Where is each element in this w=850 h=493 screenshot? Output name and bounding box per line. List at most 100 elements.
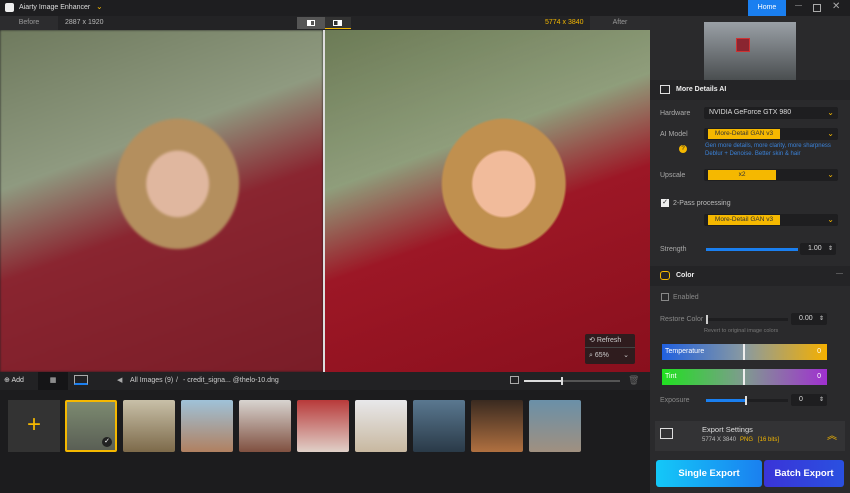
export-bits: [16 bits] bbox=[758, 437, 780, 443]
tint-label: Tint bbox=[665, 373, 677, 380]
hardware-value: NVIDIA GeForce GTX 980 bbox=[709, 109, 792, 116]
strength-slider[interactable] bbox=[706, 248, 798, 251]
hardware-label: Hardware bbox=[660, 110, 691, 117]
breadcrumb-separator: / bbox=[176, 377, 178, 384]
palette-icon bbox=[660, 271, 670, 280]
enabled-checkbox[interactable] bbox=[661, 293, 669, 301]
strength-input[interactable]: 1.00 ⇕ bbox=[800, 243, 836, 255]
export-size: 5774 X 3840 bbox=[702, 437, 737, 443]
expand-chevron-icon[interactable]: ︽ bbox=[827, 427, 837, 442]
ai-model-description-1: Gen more details, more clarity, more sha… bbox=[705, 143, 831, 149]
ai-model-description-2: Deblur + Denoise. Better skin & hair bbox=[705, 151, 801, 157]
temperature-slider[interactable]: Temperature 0 bbox=[662, 344, 827, 360]
compare-toolbar: Before 2887 x 1920 5774 x 3840 After bbox=[0, 16, 650, 30]
exposure-input[interactable]: 0 ⇕ bbox=[791, 394, 827, 406]
app-title: Aiarty Image Enhancer bbox=[19, 4, 91, 11]
color-title: Color bbox=[676, 272, 695, 279]
restore-color-slider[interactable] bbox=[706, 315, 788, 324]
export-settings[interactable]: Export Settings 5774 X 3840 PNG [16 bits… bbox=[655, 421, 845, 451]
thumbnail-size-slider[interactable] bbox=[524, 377, 620, 385]
title-bar: Aiarty Image Enhancer ⌄ Home — ✕ bbox=[0, 0, 850, 16]
upscale-select[interactable]: x2 ⌄ bbox=[704, 169, 838, 181]
spinner-icon[interactable]: ⇕ bbox=[819, 394, 824, 406]
temperature-value: 0 bbox=[817, 348, 821, 355]
chevron-down-icon: ⌄ bbox=[827, 108, 834, 117]
ai-model-value: More-Detail GAN v3 bbox=[708, 129, 780, 139]
thumbnail[interactable] bbox=[123, 400, 175, 452]
strength-label: Strength bbox=[660, 246, 687, 253]
preview-controls: ⟲ Refresh ⌕ 65% ⌄ bbox=[585, 334, 635, 364]
thumbnail[interactable] bbox=[413, 400, 465, 452]
exposure-slider[interactable] bbox=[706, 396, 788, 405]
minimize-icon[interactable]: — bbox=[795, 2, 802, 9]
after-label: After bbox=[590, 16, 650, 30]
ai-model-select[interactable]: More-Detail GAN v3 ⌄ bbox=[704, 128, 838, 140]
maximize-icon[interactable] bbox=[813, 4, 821, 12]
check-icon: ✓ bbox=[102, 437, 112, 447]
navigator-thumbnail[interactable] bbox=[704, 22, 796, 80]
refresh-label: Refresh bbox=[596, 337, 622, 344]
export-settings-icon bbox=[660, 428, 673, 439]
home-button[interactable]: Home bbox=[748, 0, 786, 16]
enabled-label: Enabled bbox=[673, 294, 699, 301]
thumbnail[interactable] bbox=[239, 400, 291, 452]
gallery-bar: ⊕ Add ▦ ◀ All Images (9) / - credit_sign… bbox=[0, 372, 650, 390]
zoom-select[interactable]: ⌕ 65% ⌄ bbox=[585, 348, 635, 363]
trash-icon[interactable]: 🗑 bbox=[628, 375, 639, 386]
chevron-down-icon: ⌄ bbox=[827, 170, 834, 179]
back-arrow-icon[interactable]: ◀ bbox=[117, 376, 122, 384]
restore-color-label: Restore Color bbox=[660, 316, 704, 323]
close-icon[interactable]: ✕ bbox=[832, 1, 840, 12]
export-format: PNG bbox=[740, 437, 754, 443]
export-settings-title: Export Settings bbox=[702, 425, 753, 434]
upscale-label: Upscale bbox=[660, 172, 686, 179]
image-size-icon bbox=[510, 376, 519, 384]
restore-color-value: 0.00 bbox=[799, 315, 813, 322]
chevron-down-icon: ⌄ bbox=[623, 352, 629, 359]
grid-view-button[interactable]: ▦ bbox=[38, 372, 68, 390]
more-details-header: More Details AI bbox=[650, 80, 850, 100]
thumbnail[interactable]: ✓ bbox=[65, 400, 117, 452]
spinner-icon[interactable]: ⇕ bbox=[828, 243, 833, 255]
two-pass-model-select[interactable]: More-Detail GAN v3 ⌄ bbox=[704, 214, 838, 226]
before-size: 2887 x 1920 bbox=[65, 19, 104, 26]
more-details-title: More Details AI bbox=[676, 86, 727, 93]
filmstrip-view-button[interactable] bbox=[74, 375, 88, 385]
app-menu-chevron-icon[interactable]: ⌄ bbox=[96, 2, 103, 11]
temperature-label: Temperature bbox=[665, 348, 705, 355]
breadcrumb-all-images[interactable]: All Images (9) bbox=[130, 377, 173, 384]
before-image[interactable] bbox=[0, 30, 323, 372]
collapse-icon[interactable]: — bbox=[836, 270, 843, 277]
two-pass-label: 2-Pass processing bbox=[673, 200, 731, 207]
ai-model-label: AI Model bbox=[660, 131, 688, 138]
chevron-down-icon: ⌄ bbox=[827, 215, 834, 224]
refresh-icon: ⟲ bbox=[589, 337, 597, 344]
restore-color-input[interactable]: 0.00 ⇕ bbox=[791, 313, 827, 325]
add-image-tile[interactable]: + bbox=[8, 400, 60, 452]
spinner-icon[interactable]: ⇕ bbox=[819, 313, 824, 325]
tint-value: 0 bbox=[817, 373, 821, 380]
refresh-button[interactable]: ⟲ Refresh bbox=[585, 334, 635, 348]
after-image[interactable] bbox=[325, 30, 650, 372]
zoom-value: 65% bbox=[594, 352, 609, 359]
help-icon[interactable]: ? bbox=[679, 145, 687, 153]
thumbnail[interactable] bbox=[471, 400, 523, 452]
after-size: 5774 x 3840 bbox=[545, 19, 584, 26]
thumbnail[interactable] bbox=[181, 400, 233, 452]
batch-export-button[interactable]: Batch Export bbox=[764, 460, 844, 487]
thumbnail[interactable] bbox=[529, 400, 581, 452]
exposure-label: Exposure bbox=[660, 397, 690, 404]
strength-value: 1.00 bbox=[808, 245, 822, 252]
hardware-select[interactable]: NVIDIA GeForce GTX 980 ⌄ bbox=[704, 107, 838, 119]
thumbnail[interactable] bbox=[355, 400, 407, 452]
thumbnail[interactable] bbox=[297, 400, 349, 452]
tint-slider[interactable]: Tint 0 bbox=[662, 369, 827, 385]
add-button[interactable]: ⊕ Add bbox=[4, 376, 24, 384]
side-by-side-button[interactable] bbox=[325, 17, 351, 29]
restore-color-hint: Revert to original image colors bbox=[704, 328, 779, 334]
single-export-button[interactable]: Single Export bbox=[656, 460, 762, 487]
two-pass-checkbox[interactable]: ✓ bbox=[661, 199, 669, 207]
app-logo-icon bbox=[5, 3, 14, 12]
split-view-button[interactable] bbox=[297, 17, 325, 29]
add-label: Add bbox=[11, 377, 24, 384]
